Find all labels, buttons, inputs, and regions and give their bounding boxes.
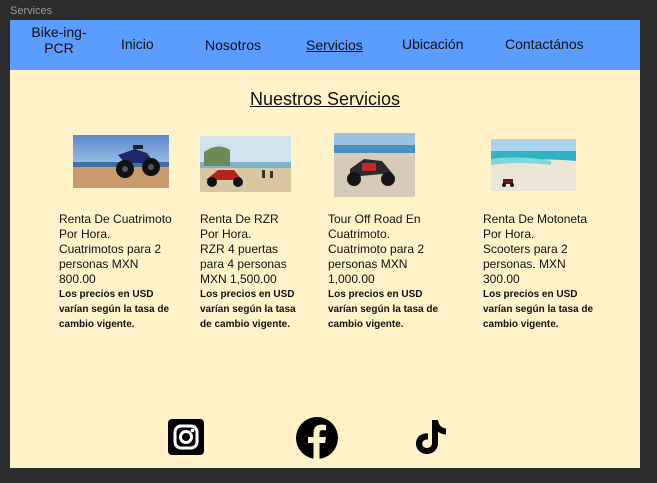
logo-line-1: Bike-ing-	[31, 24, 87, 40]
navbar: Bike-ing- PCR Inicio Nosotros Servicios …	[10, 20, 640, 70]
service-subtitle: Por Hora.	[200, 227, 252, 241]
page-frame: Bike-ing- PCR Inicio Nosotros Servicios …	[10, 20, 640, 468]
service-desc: para 4 personas	[200, 257, 287, 271]
frame-label: Services	[10, 5, 53, 17]
service-price: 1,000.00	[328, 272, 375, 286]
price-note: Los precios en USD varían según la tasa …	[200, 289, 296, 330]
page-title: Nuestros Servicios	[249, 89, 401, 109]
service-desc: personas. MXN	[483, 257, 566, 271]
service-card-atv: Renta De Cuatrimoto Por Hora. Cuatrimoto…	[59, 212, 199, 332]
nav-link-contactanos[interactable]: Contactános	[505, 36, 584, 52]
service-card-offroad: Tour Off Road En Cuatrimoto. Cuatrimoto …	[328, 212, 458, 332]
service-title: Renta De Cuatrimoto	[59, 212, 172, 226]
price-note: Los precios en USD varían según la tasa …	[483, 289, 594, 330]
service-card-scooter: Renta De Motoneta Por Hora. Scooters par…	[483, 212, 618, 332]
service-subtitle: Cuatrimoto.	[328, 227, 391, 241]
service-subtitle: Por Hora.	[59, 227, 111, 241]
service-title: Renta De RZR	[200, 212, 279, 226]
rzr-photo	[200, 136, 291, 192]
service-desc: personas MXN	[328, 257, 408, 271]
facebook-icon[interactable]	[295, 416, 339, 460]
service-desc: Cuatrimoto para 2	[328, 242, 425, 256]
logo-line-2: PCR	[44, 40, 74, 56]
site-logo[interactable]: Bike-ing- PCR	[24, 24, 94, 56]
price-note: Los precios en USD varían según la tasa …	[59, 289, 170, 330]
nav-link-nosotros[interactable]: Nosotros	[205, 37, 261, 53]
scooter-beach-photo	[491, 139, 576, 191]
nav-link-servicios[interactable]: Servicios	[306, 37, 363, 53]
service-desc: personas MXN	[59, 257, 139, 271]
atv-photo	[73, 135, 169, 188]
service-desc: RZR 4 puertas	[200, 242, 279, 256]
service-price: 300.00	[483, 272, 520, 286]
service-price: MXN 1,500.00	[200, 272, 277, 286]
service-title: Tour Off Road En	[328, 212, 421, 226]
service-title: Renta De Motoneta	[483, 212, 588, 226]
instagram-icon[interactable]	[166, 417, 206, 457]
service-subtitle: Por Hora.	[483, 227, 535, 241]
service-desc: Scooters para 2	[483, 242, 568, 256]
tiktok-icon[interactable]	[410, 417, 450, 457]
service-card-rzr: Renta De RZR Por Hora. RZR 4 puertas par…	[200, 212, 315, 332]
nav-link-ubicacion[interactable]: Ubicación	[402, 36, 463, 52]
service-desc: Cuatrimotos para 2	[59, 242, 162, 256]
price-note: Los precios en USD varían según la tasa …	[328, 289, 439, 330]
nav-link-inicio[interactable]: Inicio	[121, 36, 154, 52]
offroad-photo	[334, 133, 415, 197]
service-price: 800.00	[59, 272, 96, 286]
